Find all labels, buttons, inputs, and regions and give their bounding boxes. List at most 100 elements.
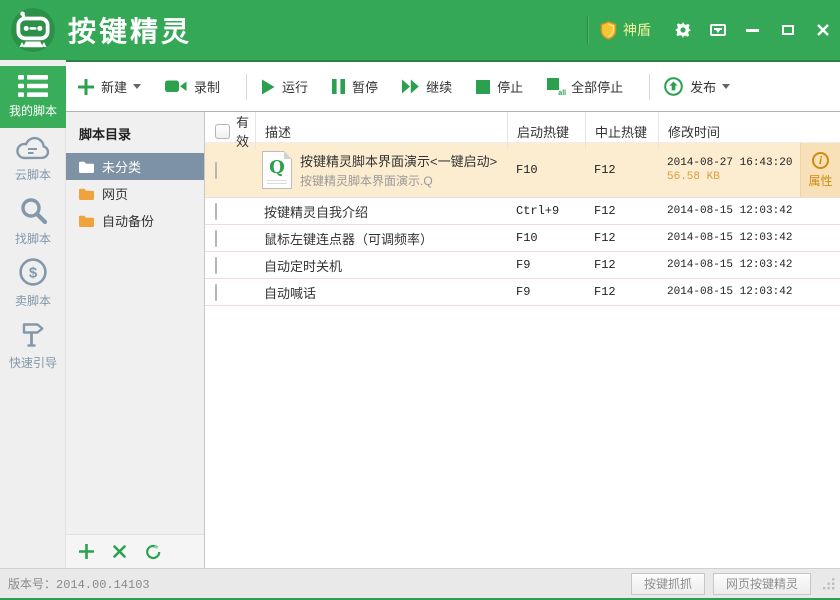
header-modified-time[interactable]: 修改时间	[658, 112, 800, 150]
table-row-selected[interactable]: Q 按键精灵脚本界面演示<一键启动> 按键精灵脚本界面演示.Q F10 F12 …	[205, 143, 840, 198]
abort-hotkey: F12	[585, 163, 658, 177]
row-checkbox[interactable]	[215, 162, 217, 179]
select-all-checkbox[interactable]	[215, 124, 230, 139]
sidebar-item-cloud-scripts[interactable]: 云脚本	[0, 128, 66, 190]
table-row[interactable]: 鼠标左键连点器（可调频率） F10 F12 2014-08-15 12:03:4…	[205, 225, 840, 252]
gear-icon	[675, 22, 691, 38]
script-table: 有效 描述 启动热键 中止热键 修改时间 Q 按键精灵脚本界面演示<一键启动> …	[205, 112, 840, 568]
modified-time: 2014-08-15 12:03:42	[658, 205, 800, 217]
script-directory-panel: 脚本目录 未分类 网页 自动备份	[66, 112, 205, 568]
header-abort-hotkey[interactable]: 中止热键	[585, 112, 658, 150]
toolbar-divider	[246, 74, 247, 100]
caret-down-icon	[133, 84, 141, 89]
sidebar-item-label: 云脚本	[15, 166, 51, 183]
maximize-button[interactable]	[770, 0, 805, 60]
script-file-icon: Q	[262, 151, 292, 189]
settings-button[interactable]	[665, 0, 700, 60]
resume-label: 继续	[426, 77, 452, 96]
window-controls	[665, 0, 840, 60]
folder-item-web[interactable]: 网页	[66, 180, 204, 207]
start-hotkey: F10	[507, 231, 585, 245]
add-icon	[79, 544, 94, 559]
stop-all-label: 全部停止	[571, 77, 623, 96]
shield-icon	[600, 21, 617, 40]
modified-time: 2014-08-15 12:03:42	[658, 232, 800, 244]
sidebar-item-label: 卖脚本	[15, 292, 51, 309]
key-capture-button[interactable]: 按键抓抓	[631, 573, 705, 595]
folder-icon	[79, 161, 94, 173]
shield-label: 神盾	[623, 20, 651, 40]
resize-grip[interactable]	[823, 577, 836, 590]
shield-button[interactable]: 神盾	[588, 0, 665, 60]
pause-label: 暂停	[352, 77, 378, 96]
add-script-button[interactable]	[79, 544, 94, 559]
folder-label: 未分类	[102, 157, 141, 176]
titlebar: 按键精灵 神盾	[0, 0, 840, 60]
cloud-icon	[15, 135, 51, 161]
resume-button[interactable]: 继续	[402, 77, 452, 96]
folder-item-auto-backup[interactable]: 自动备份	[66, 207, 204, 234]
sidebar-item-label: 我的脚本	[9, 102, 57, 119]
delete-icon	[113, 545, 126, 558]
modified-time: 2014-08-15 12:03:42	[658, 286, 800, 298]
stop-all-button[interactable]: all 全部停止	[547, 77, 623, 96]
stop-icon	[476, 80, 490, 94]
refresh-button[interactable]	[145, 544, 162, 560]
new-button[interactable]: 新建	[78, 77, 141, 96]
record-button[interactable]: 录制	[165, 77, 220, 96]
folder-item-uncategorized[interactable]: 未分类	[66, 153, 204, 180]
header-start-hotkey[interactable]: 启动热键	[507, 112, 585, 150]
list-icon	[18, 75, 48, 97]
table-row[interactable]: 按键精灵自我介绍 Ctrl+9 F12 2014-08-15 12:03:42	[205, 198, 840, 225]
row-checkbox[interactable]	[215, 257, 217, 274]
row-checkbox[interactable]	[215, 284, 217, 301]
header-description[interactable]: 描述	[255, 112, 507, 150]
script-title: 自动喊话	[255, 283, 507, 302]
plus-icon	[78, 79, 94, 95]
app-title: 按键精灵	[68, 10, 192, 50]
minimize-to-tray-button[interactable]	[700, 0, 735, 60]
app-window: 按键精灵 神盾	[0, 0, 840, 600]
dollar-icon: $	[18, 257, 48, 287]
row-checkbox[interactable]	[215, 203, 217, 220]
abort-hotkey: F12	[585, 231, 658, 245]
sidebar-item-sell-scripts[interactable]: $ 卖脚本	[0, 252, 66, 314]
panel-title: 脚本目录	[66, 112, 204, 153]
pause-button[interactable]: 暂停	[332, 77, 378, 96]
file-size: 56.58 KB	[667, 171, 800, 183]
row-checkbox[interactable]	[215, 230, 217, 247]
sidebar-item-label: 快速引导	[9, 354, 57, 371]
sidebar-item-find-scripts[interactable]: 找脚本	[0, 190, 66, 252]
web-anjian-button[interactable]: 网页按键精灵	[713, 573, 811, 595]
publish-button[interactable]: 发布	[664, 77, 730, 96]
start-hotkey: F9	[507, 285, 585, 299]
table-row[interactable]: 自动喊话 F9 F12 2014-08-15 12:03:42	[205, 279, 840, 306]
stop-button[interactable]: 停止	[476, 77, 523, 96]
script-title: 自动定时关机	[255, 256, 507, 275]
properties-button[interactable]: i 属性	[800, 143, 840, 197]
minimize-button[interactable]	[735, 0, 770, 60]
modified-time: 2014-08-27 16:43:20	[667, 157, 800, 169]
header-valid: 有效	[236, 112, 255, 150]
folder-icon	[79, 188, 94, 200]
abort-hotkey: F12	[585, 204, 658, 218]
start-hotkey: Ctrl+9	[507, 204, 585, 218]
folder-label: 自动备份	[102, 211, 154, 230]
script-title: 鼠标左键连点器（可调频率）	[255, 229, 507, 248]
script-filename: 按键精灵脚本界面演示.Q	[300, 172, 497, 189]
properties-label: 属性	[808, 172, 832, 189]
start-hotkey: F10	[507, 163, 585, 177]
sidebar-item-my-scripts[interactable]: 我的脚本	[0, 66, 66, 128]
caret-down-icon	[722, 84, 730, 89]
refresh-icon	[145, 544, 162, 560]
delete-script-button[interactable]	[113, 545, 126, 558]
table-row[interactable]: 自动定时关机 F9 F12 2014-08-15 12:03:42	[205, 252, 840, 279]
close-icon	[817, 24, 829, 36]
statusbar: 版本号：2014.00.14103 按键抓抓 网页按键精灵	[0, 568, 840, 600]
run-button[interactable]: 运行	[261, 77, 308, 96]
abort-hotkey: F12	[585, 258, 658, 272]
record-label: 录制	[194, 77, 220, 96]
search-icon	[19, 196, 48, 225]
sidebar-item-quick-guide[interactable]: 快速引导	[0, 314, 66, 376]
close-button[interactable]	[805, 0, 840, 60]
